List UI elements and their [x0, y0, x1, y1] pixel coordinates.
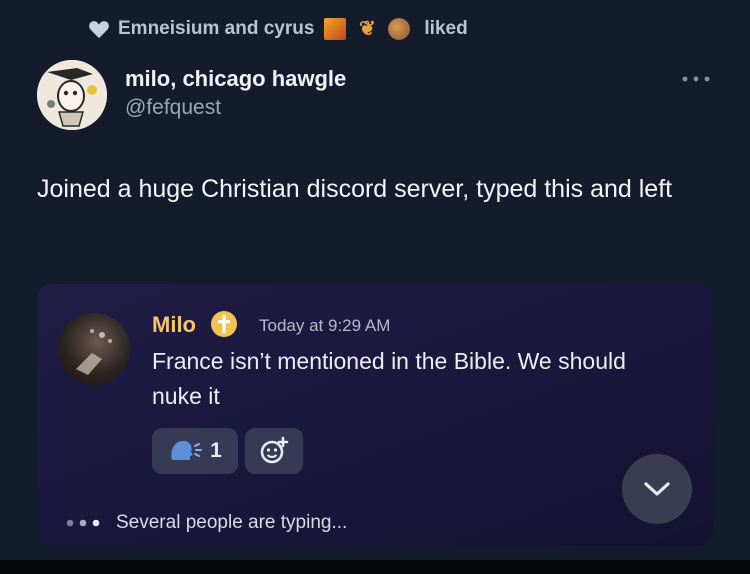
discord-username[interactable]: Milo [152, 312, 196, 338]
post-text: Joined a huge Christian discord server, … [37, 175, 673, 203]
chevron-down-icon [644, 482, 670, 496]
liked-by-bar: Emneisium and cyrus ❦ liked [88, 18, 468, 40]
typing-dots-icon [66, 519, 100, 527]
reaction-button[interactable]: 1 [152, 428, 238, 474]
discord-avatar-image [76, 329, 112, 375]
discord-message-text: France isn’t mentioned in the Bible. We … [152, 348, 626, 409]
add-emoji-icon [260, 436, 289, 464]
discord-screenshot-card: Milo Today at 9:29 AM France isn’t menti… [37, 284, 713, 546]
heart-icon [89, 21, 109, 39]
cookie-emoji-icon [388, 18, 411, 40]
building-emoji-icon [324, 18, 347, 40]
author-name[interactable]: milo, chicago hawgle [125, 66, 346, 92]
typing-text: Several people are typing... [116, 512, 348, 533]
author-handle[interactable]: @fefquest [125, 96, 221, 120]
author-avatar-image [37, 60, 107, 130]
leaf-emoji-icon: ❦ [359, 18, 376, 40]
discord-user-avatar[interactable] [58, 313, 130, 385]
reaction-count: 1 [210, 439, 222, 462]
speaking-head-icon [171, 440, 203, 460]
typing-indicator: Several people are typing... [65, 512, 347, 534]
liked-label: liked [424, 18, 468, 39]
more-options-icon[interactable] [680, 74, 712, 84]
jump-to-present-button[interactable] [622, 454, 692, 524]
message-timestamp: Today at 9:29 AM [259, 316, 391, 335]
post-frame: Emneisium and cyrus ❦ liked milo, chicag… [0, 0, 750, 574]
author-avatar[interactable] [37, 60, 107, 130]
add-reaction-button[interactable] [245, 428, 303, 474]
liked-by-names[interactable]: Emneisium and cyrus [118, 18, 314, 40]
cross-role-icon [211, 311, 237, 337]
